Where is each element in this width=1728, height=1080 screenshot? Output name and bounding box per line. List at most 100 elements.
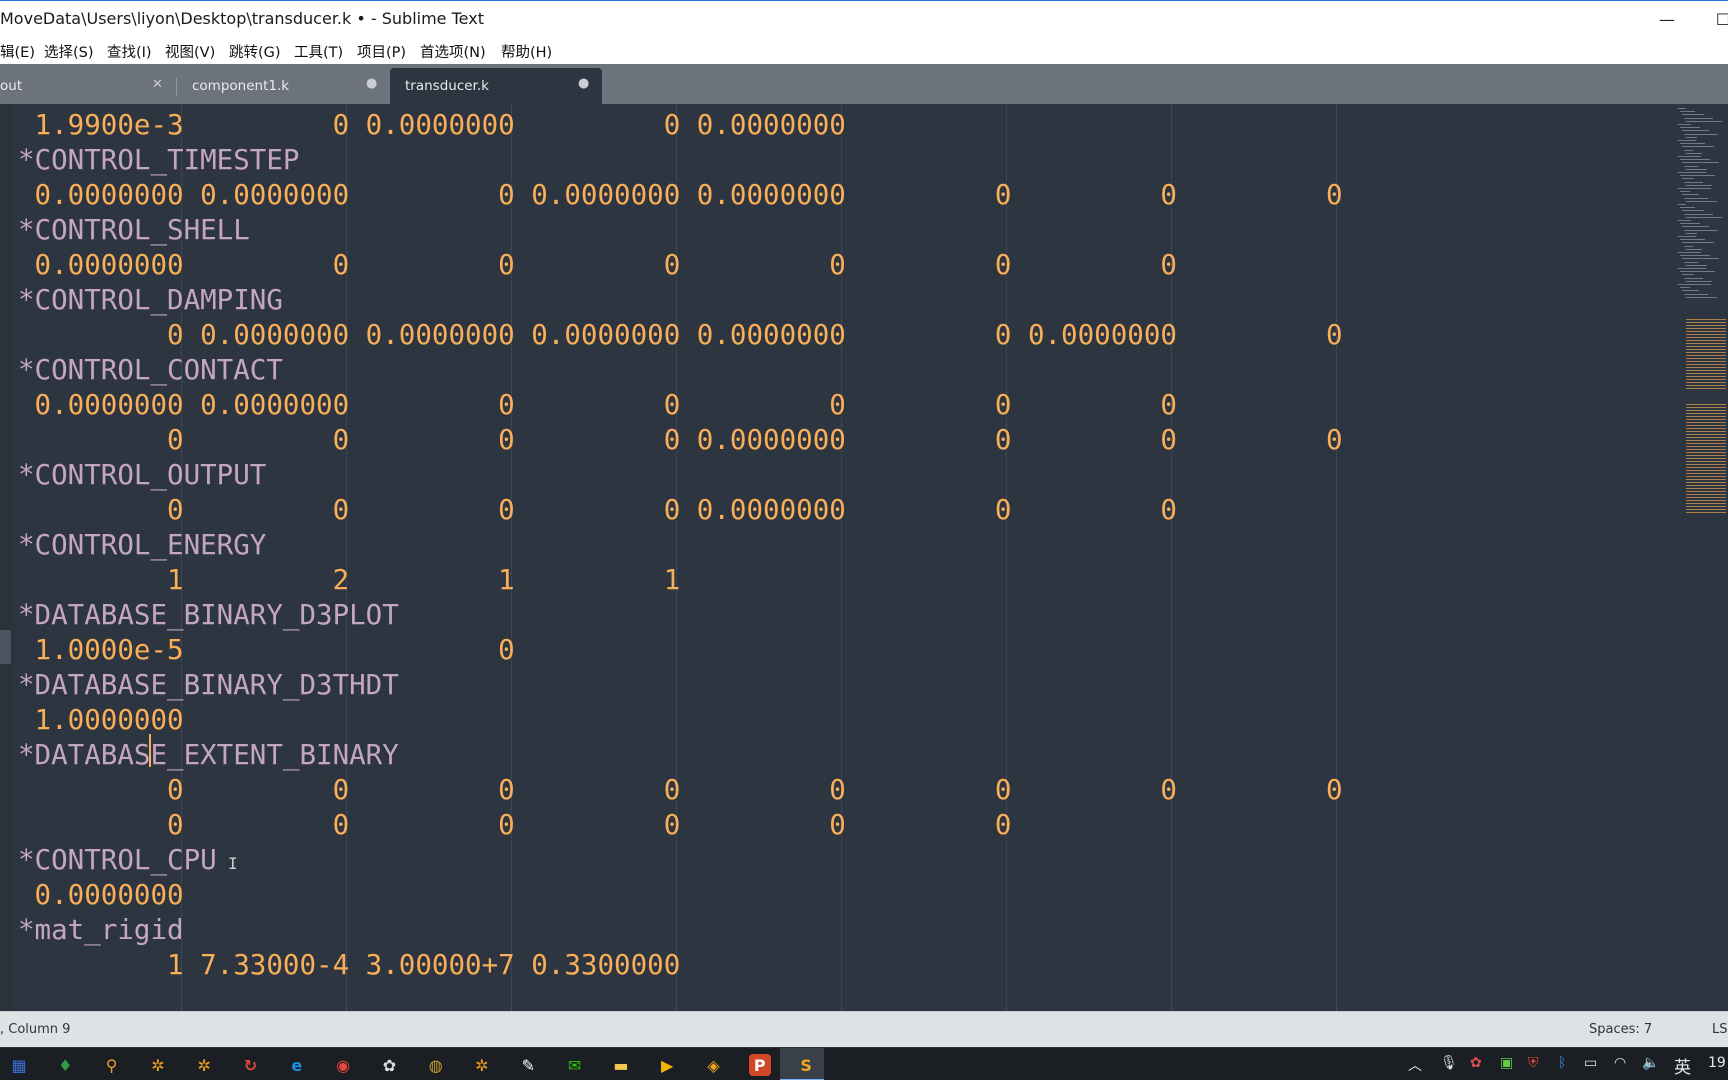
code-line[interactable]: 1.0000000 [18, 703, 1343, 738]
code-line[interactable]: *DATABASE_BINARY_D3THDT [18, 668, 1343, 703]
tab-out[interactable]: out ✕ [0, 68, 172, 104]
number-token: 1.0000000 [18, 704, 184, 736]
nvidia-icon[interactable]: ▣ [1500, 1055, 1513, 1071]
gear-icon[interactable]: ✲ [147, 1054, 169, 1076]
cursor-position: , Column 9 [0, 1022, 71, 1037]
modified-dot-icon[interactable]: ● [366, 76, 377, 91]
minimap[interactable] [1676, 104, 1728, 1011]
app-icon[interactable]: ♦ [54, 1054, 76, 1076]
menu-edit[interactable]: 辑(E) [0, 41, 35, 62]
tab-component1[interactable]: component1.k ● [180, 68, 380, 104]
code-line[interactable]: *mat_rigid [18, 913, 1343, 948]
video-icon[interactable]: ▶ [656, 1054, 678, 1076]
minimap-line [1682, 258, 1719, 260]
menu-selection[interactable]: 选择(S) [44, 41, 94, 62]
chrome-icon[interactable]: ◉ [332, 1054, 354, 1076]
minimap-line [1682, 242, 1714, 244]
tab-label: out [0, 78, 23, 94]
minimap-line [1686, 168, 1707, 170]
gear-icon[interactable]: ✲ [471, 1054, 493, 1076]
code-line[interactable]: *DATABASE_EXTENT_BINARY [18, 738, 1343, 773]
wechat-icon[interactable]: ✉ [564, 1054, 586, 1076]
tab-bar: out ✕ component1.k ● transducer.k ● [0, 64, 1728, 104]
code-line[interactable]: *CONTROL_ENERGY [18, 528, 1343, 563]
sublime-icon[interactable]: S [795, 1054, 817, 1076]
minimap-line [1686, 184, 1712, 186]
modified-dot-icon[interactable]: ● [578, 76, 589, 91]
code-line[interactable]: 1.9900e-3 0 0.0000000 0 0.0000000 [18, 108, 1343, 143]
menu-help[interactable]: 帮助(H) [501, 41, 552, 62]
shield-icon[interactable]: ⛨ [1528, 1055, 1539, 1071]
code-line[interactable]: 0 0 0 0 0 0 [18, 808, 1343, 843]
gear-icon[interactable]: ✿ [378, 1054, 400, 1076]
microphone-icon[interactable]: 🎙 [1440, 1055, 1458, 1071]
indentation-setting[interactable]: Spaces: 7 [1589, 1022, 1652, 1037]
code-line[interactable]: *CONTROL_CONTACT [18, 353, 1343, 388]
code-line[interactable]: *CONTROL_SHELL [18, 213, 1343, 248]
code-line[interactable]: 0.0000000 0 0 0 0 0 0 [18, 248, 1343, 283]
code-line[interactable]: 0 0 0 0 0.0000000 0 0 [18, 493, 1343, 528]
volume-icon[interactable]: 🔈 [1642, 1055, 1659, 1071]
tab-transducer[interactable]: transducer.k ● [390, 68, 602, 104]
bluetooth-icon[interactable]: ᛒ [1558, 1055, 1566, 1071]
menu-goto[interactable]: 跳转(G) [229, 41, 281, 62]
number-token: 0 0 0 0 0 0 [18, 809, 1012, 841]
code-line[interactable]: 0.0000000 [18, 878, 1343, 913]
minimap-line [1680, 175, 1715, 177]
code-line[interactable]: 0 0.0000000 0.0000000 0.0000000 0.000000… [18, 318, 1343, 353]
ime-indicator[interactable]: 英 [1674, 1053, 1691, 1078]
code-line[interactable]: *CONTROL_TIMESTEP [18, 143, 1343, 178]
calculator-icon[interactable]: ▦ [8, 1054, 30, 1076]
tab-label: transducer.k [405, 78, 489, 94]
number-token: 1 7.33000-4 3.00000+7 0.3300000 [18, 949, 681, 981]
search-icon[interactable]: ⚲ [101, 1054, 123, 1076]
editor-area[interactable]: 1.9900e-3 0 0.0000000 0 0.0000000 *CONTRO… [0, 104, 1728, 1011]
edge-icon[interactable]: e [286, 1054, 308, 1076]
wifi-icon[interactable]: ◠ [1614, 1055, 1626, 1071]
app-icon[interactable]: ◍ [425, 1054, 447, 1076]
code-line[interactable]: 0 0 0 0 0 0 0 0 [18, 773, 1343, 808]
minimap-line [1682, 210, 1704, 212]
tray-chevron-icon[interactable]: ︿ [1408, 1055, 1422, 1075]
powerpoint-icon[interactable]: P [748, 1054, 771, 1076]
minimap-line [1678, 188, 1711, 189]
battery-icon[interactable]: ▭ [1584, 1055, 1597, 1071]
code-line[interactable]: *CONTROL_CPU [18, 843, 1343, 878]
minimap-line [1686, 152, 1702, 154]
swirl-icon[interactable]: ↻ [240, 1054, 262, 1076]
clock[interactable]: 19 [1708, 1055, 1726, 1071]
minimize-button[interactable]: — [1644, 1, 1690, 37]
code-text[interactable]: 1.9900e-3 0 0.0000000 0 0.0000000 *CONTRO… [18, 108, 1343, 983]
gear-icon[interactable]: ✲ [193, 1054, 215, 1076]
app-icon[interactable]: ✎ [517, 1054, 539, 1076]
maximize-button[interactable]: ☐ [1700, 1, 1728, 37]
menu-project[interactable]: 项目(P) [357, 41, 406, 62]
keyword-token: *DATABASE_BINARY_D3THDT [18, 669, 399, 701]
app-icon[interactable]: ◈ [703, 1054, 725, 1076]
menu-tools[interactable]: 工具(T) [294, 41, 343, 62]
tab-label: component1.k [192, 78, 290, 94]
minimap-line [1678, 236, 1696, 237]
minimap-line [1680, 207, 1695, 209]
code-line[interactable]: 1.0000e-5 0 [18, 633, 1343, 668]
code-line[interactable]: 1 2 1 1 [18, 563, 1343, 598]
taskbar: ︿ 🎙 ✿ ▣ ⛨ ᛒ ▭ ◠ 🔈 英 19 ▦ ♦ ⚲ ✲ ✲ ↻ e ◉ ✿ ◍ ✲ ✎ ✉ ▬ ▶ ◈ P… [0, 1047, 1728, 1080]
code-line[interactable]: 1 7.33000-4 3.00000+7 0.3300000 [18, 948, 1343, 983]
code-line[interactable]: 0.0000000 0.0000000 0 0 0 0 0 [18, 388, 1343, 423]
menu-preferences[interactable]: 首选项(N) [420, 41, 486, 62]
number-token: 0.0000000 [18, 879, 184, 911]
code-line[interactable]: *DATABASE_BINARY_D3PLOT [18, 598, 1343, 633]
code-line[interactable]: *CONTROL_OUTPUT [18, 458, 1343, 493]
app-tray-icon[interactable]: ✿ [1470, 1055, 1482, 1071]
folder-icon[interactable]: ▬ [610, 1054, 632, 1076]
minimap-line [1684, 261, 1698, 263]
window-title: MoveData\Users\liyon\Desktop\transducer.… [0, 9, 484, 28]
minimap-line [1680, 271, 1715, 273]
code-line[interactable]: *CONTROL_DAMPING [18, 283, 1343, 318]
close-icon[interactable]: ✕ [152, 77, 163, 92]
syntax-setting[interactable]: LS [1712, 1022, 1728, 1037]
menu-find[interactable]: 查找(I) [107, 41, 152, 62]
code-line[interactable]: 0 0 0 0 0.0000000 0 0 0 [18, 423, 1343, 458]
menu-view[interactable]: 视图(V) [165, 41, 215, 62]
code-line[interactable]: 0.0000000 0.0000000 0 0.0000000 0.000000… [18, 178, 1343, 213]
